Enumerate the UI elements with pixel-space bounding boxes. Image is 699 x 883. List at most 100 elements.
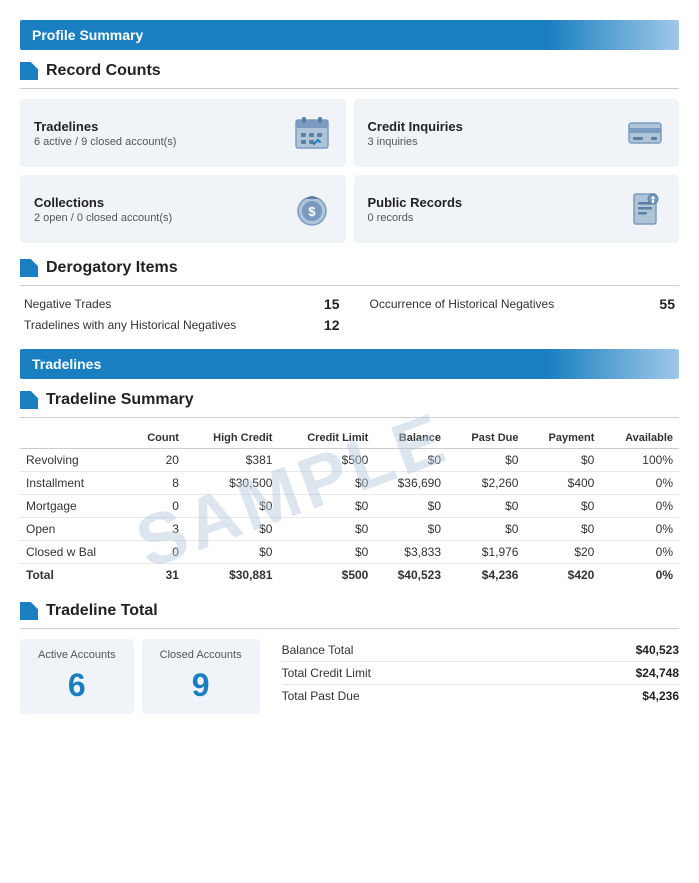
table-row: Installment8$30,500$0$36,690$2,260$4000% bbox=[20, 472, 679, 495]
table-row: Closed w Bal0$0$0$3,833$1,976$200% bbox=[20, 541, 679, 564]
table-cell-count: 0 bbox=[128, 495, 185, 518]
table-cell-payment: $0 bbox=[524, 518, 600, 541]
derogatory-divider bbox=[20, 285, 679, 286]
table-row: Total31$30,881$500$40,523$4,236$4200% bbox=[20, 564, 679, 587]
profile-summary-header: Profile Summary bbox=[20, 20, 679, 50]
table-cell-type: Mortgage bbox=[20, 495, 128, 518]
derogatory-grid: Negative Trades 15 Occurrence of Histori… bbox=[20, 296, 679, 333]
derog-label-1: Negative Trades bbox=[24, 297, 324, 311]
table-cell-high_credit: $0 bbox=[185, 518, 278, 541]
table-cell-balance: $3,833 bbox=[374, 541, 447, 564]
svg-text:$: $ bbox=[308, 204, 316, 219]
table-cell-available: 0% bbox=[600, 518, 679, 541]
table-cell-past_due: $0 bbox=[447, 449, 524, 472]
table-cell-past_due: $0 bbox=[447, 518, 524, 541]
table-cell-balance: $0 bbox=[374, 495, 447, 518]
derogatory-items-title: Derogatory Items bbox=[20, 259, 679, 277]
table-header-row: Count High Credit Credit Limit Balance P… bbox=[20, 428, 679, 449]
derog-value2-1: 55 bbox=[659, 296, 675, 312]
col-available: Available bbox=[600, 428, 679, 449]
tradeline-summary-title: Tradeline Summary bbox=[20, 391, 679, 409]
col-past-due: Past Due bbox=[447, 428, 524, 449]
record-counts-title: Record Counts bbox=[20, 62, 679, 80]
totals-row: Balance Total $40,523 bbox=[282, 639, 679, 662]
table-cell-balance: $40,523 bbox=[374, 564, 447, 587]
table-cell-payment: $0 bbox=[524, 449, 600, 472]
table-cell-credit_limit: $0 bbox=[278, 518, 374, 541]
collections-subtitle: 2 open / 0 closed account(s) bbox=[34, 212, 172, 224]
table-cell-high_credit: $0 bbox=[185, 541, 278, 564]
closed-accounts-value: 9 bbox=[160, 667, 242, 704]
totals-label: Total Past Due bbox=[282, 689, 360, 703]
table-cell-balance: $0 bbox=[374, 449, 447, 472]
table-cell-high_credit: $381 bbox=[185, 449, 278, 472]
table-cell-payment: $20 bbox=[524, 541, 600, 564]
tradeline-summary-divider bbox=[20, 417, 679, 418]
table-cell-available: 0% bbox=[600, 564, 679, 587]
closed-accounts-box: Closed Accounts 9 bbox=[142, 639, 260, 714]
credit-card-icon bbox=[623, 111, 667, 155]
derog-label2-1: Occurrence of Historical Negatives bbox=[360, 297, 660, 311]
table-row: Revolving20$381$500$0$0$0100% bbox=[20, 449, 679, 472]
table-cell-count: 3 bbox=[128, 518, 185, 541]
totals-value: $40,523 bbox=[636, 643, 679, 657]
table-cell-past_due: $1,976 bbox=[447, 541, 524, 564]
credit-inquiries-subtitle: 3 inquiries bbox=[368, 136, 463, 148]
table-cell-credit_limit: $0 bbox=[278, 541, 374, 564]
table-cell-balance: $0 bbox=[374, 518, 447, 541]
tradeline-total-section: Active Accounts 6 Closed Accounts 9 Bala… bbox=[20, 639, 679, 714]
derog-value-1: 15 bbox=[324, 296, 360, 312]
table-row: Mortgage0$0$0$0$0$00% bbox=[20, 495, 679, 518]
public-records-title: Public Records bbox=[368, 195, 463, 210]
calendar-icon bbox=[290, 111, 334, 155]
tradeline-total-title: Tradeline Total bbox=[20, 602, 679, 620]
document-icon bbox=[623, 187, 667, 231]
table-cell-type: Open bbox=[20, 518, 128, 541]
table-cell-credit_limit: $500 bbox=[278, 564, 374, 587]
tradelines-card-title: Tradelines bbox=[34, 119, 176, 134]
table-cell-type: Total bbox=[20, 564, 128, 587]
table-cell-past_due: $0 bbox=[447, 495, 524, 518]
totals-table: Balance Total $40,523 Total Credit Limit$2… bbox=[282, 639, 679, 707]
public-records-card: Public Records 0 records bbox=[354, 175, 680, 243]
tradeline-summary-icon bbox=[20, 391, 38, 409]
col-high-credit: High Credit bbox=[185, 428, 278, 449]
table-cell-past_due: $4,236 bbox=[447, 564, 524, 587]
record-counts-divider bbox=[20, 88, 679, 89]
table-cell-high_credit: $0 bbox=[185, 495, 278, 518]
derogatory-icon bbox=[20, 259, 38, 277]
table-cell-high_credit: $30,881 bbox=[185, 564, 278, 587]
col-payment: Payment bbox=[524, 428, 600, 449]
totals-value: $24,748 bbox=[636, 666, 679, 680]
totals-label: Balance Total bbox=[282, 643, 354, 657]
tradelines-card-subtitle: 6 active / 9 closed account(s) bbox=[34, 136, 176, 148]
table-cell-payment: $0 bbox=[524, 495, 600, 518]
closed-accounts-label: Closed Accounts bbox=[160, 649, 242, 661]
tradeline-total-icon bbox=[20, 602, 38, 620]
table-cell-available: 0% bbox=[600, 472, 679, 495]
table-cell-payment: $400 bbox=[524, 472, 600, 495]
table-cell-credit_limit: $0 bbox=[278, 472, 374, 495]
col-credit-limit: Credit Limit bbox=[278, 428, 374, 449]
table-cell-balance: $36,690 bbox=[374, 472, 447, 495]
table-cell-count: 0 bbox=[128, 541, 185, 564]
collections-card: Collections 2 open / 0 closed account(s)… bbox=[20, 175, 346, 243]
credit-inquiries-title: Credit Inquiries bbox=[368, 119, 463, 134]
col-type bbox=[20, 428, 128, 449]
accounts-boxes: Active Accounts 6 Closed Accounts 9 bbox=[20, 639, 260, 714]
col-count: Count bbox=[128, 428, 185, 449]
table-cell-available: 0% bbox=[600, 495, 679, 518]
collections-title: Collections bbox=[34, 195, 172, 210]
credit-inquiries-card: Credit Inquiries 3 inquiries bbox=[354, 99, 680, 167]
table-cell-count: 31 bbox=[128, 564, 185, 587]
public-records-subtitle: 0 records bbox=[368, 212, 463, 224]
table-cell-type: Revolving bbox=[20, 449, 128, 472]
totals-row: Total Past Due$4,236 bbox=[282, 685, 679, 707]
totals-row: Total Credit Limit$24,748 bbox=[282, 662, 679, 685]
table-cell-count: 20 bbox=[128, 449, 185, 472]
table-cell-type: Installment bbox=[20, 472, 128, 495]
table-cell-credit_limit: $0 bbox=[278, 495, 374, 518]
table-cell-past_due: $2,260 bbox=[447, 472, 524, 495]
tradelines-card: Tradelines 6 active / 9 closed account(s… bbox=[20, 99, 346, 167]
tradelines-header: Tradelines bbox=[20, 349, 679, 379]
